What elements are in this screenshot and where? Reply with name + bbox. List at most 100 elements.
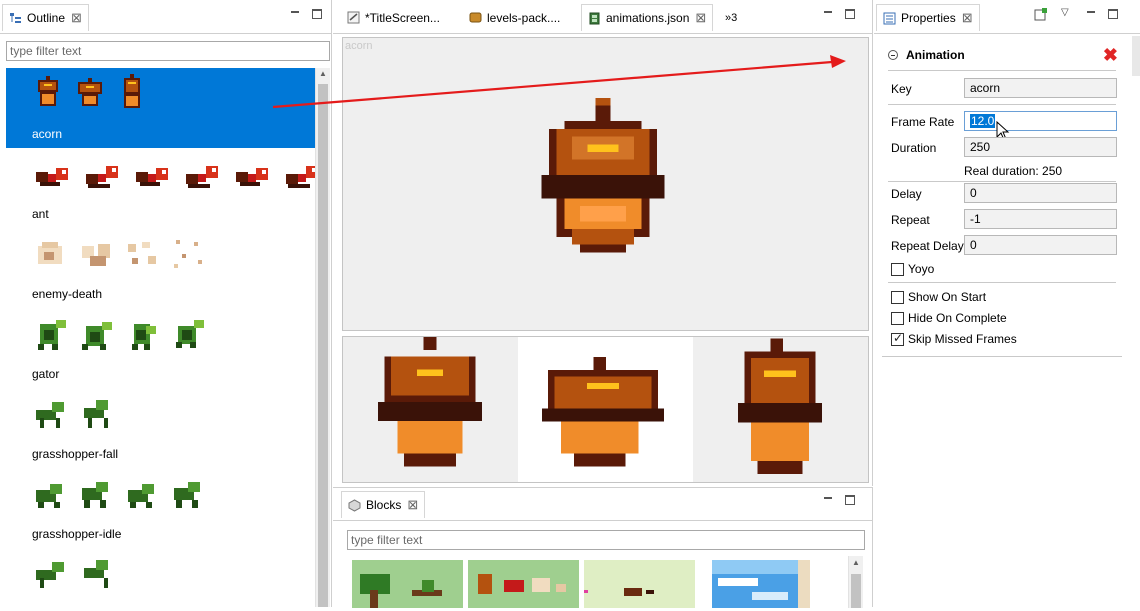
blocks-icon <box>348 498 361 512</box>
acorn-frame-icon <box>38 76 58 106</box>
tab-levels-pack[interactable]: levels-pack.... <box>463 4 566 31</box>
minimize-icon[interactable] <box>822 494 834 506</box>
list-item-label: grasshopper-idle <box>32 527 122 541</box>
acorn-frames <box>32 74 148 114</box>
maximize-icon[interactable] <box>1108 9 1118 19</box>
list-item[interactable]: gator <box>6 308 315 388</box>
minimize-icon[interactable] <box>1085 8 1097 20</box>
scrollbar-thumb[interactable] <box>318 84 328 607</box>
animation-preview[interactable]: acorn <box>342 37 869 331</box>
pin-view-icon[interactable] <box>1034 7 1048 21</box>
frame-cell[interactable] <box>518 337 693 482</box>
close-icon[interactable]: ⊠ <box>695 10 706 26</box>
skip-missed-frames-row[interactable]: Skip Missed Frames <box>891 331 1017 346</box>
list-item[interactable]: acorn <box>6 68 315 148</box>
yoyo-checkbox-row[interactable]: Yoyo <box>891 262 934 276</box>
maximize-icon[interactable] <box>845 9 855 19</box>
blocks-scrollbar[interactable]: ▲ <box>848 556 863 608</box>
show-on-start-row[interactable]: Show On Start <box>891 290 986 304</box>
grasshopper-frame-icon <box>84 560 108 588</box>
skip-missed-frames-checkbox[interactable] <box>891 331 904 346</box>
list-item[interactable]: ant <box>6 148 315 228</box>
minimize-icon[interactable] <box>289 8 301 20</box>
tab-overflow[interactable]: »3 <box>719 4 743 31</box>
duration-field[interactable]: 250 <box>964 137 1117 157</box>
hide-on-complete-row[interactable]: Hide On Complete <box>891 311 1007 325</box>
maximize-icon[interactable] <box>845 495 855 505</box>
collapse-icon[interactable] <box>888 50 898 60</box>
grasshopper-fall-frames <box>32 394 116 434</box>
ant-frame-icon <box>286 166 315 188</box>
tab-blocks[interactable]: Blocks ⊠ <box>341 491 426 518</box>
blocks-filter-input[interactable]: type filter text <box>347 530 865 550</box>
tab-label: animations.json <box>606 11 690 25</box>
grasshopper-idle-frames <box>32 474 208 514</box>
animation-file-icon <box>588 12 601 25</box>
scroll-up-icon[interactable]: ▲ <box>316 69 330 83</box>
gator-frame-icon <box>82 322 112 350</box>
skip-missed-frames-label: Skip Missed Frames <box>908 332 1017 346</box>
close-icon[interactable]: ⊠ <box>407 497 418 513</box>
frame-rate-field[interactable]: 12.0 <box>964 111 1117 131</box>
frame-cell[interactable] <box>693 337 868 482</box>
grasshopper-frame-icon <box>36 484 62 508</box>
view-menu-icon[interactable]: ▽ <box>1061 7 1073 19</box>
delay-field[interactable]: 0 <box>964 183 1117 203</box>
divider <box>888 181 1116 182</box>
animation-section-header[interactable]: Animation <box>888 48 965 62</box>
tab-blocks-label: Blocks <box>366 498 402 512</box>
editor-tabbar: *TitleScreen... levels-pack.... animatio… <box>333 0 872 34</box>
outline-icon <box>9 12 22 25</box>
gator-frames <box>32 314 208 354</box>
puff-frame-icon <box>38 242 62 264</box>
repeat-delay-label: Repeat Delay <box>891 239 964 253</box>
frame-cell[interactable] <box>343 337 518 482</box>
acorn-frame-icon <box>541 357 665 467</box>
enemy-death-frames <box>32 234 208 274</box>
list-item[interactable]: grasshopper-idle <box>6 468 315 548</box>
outline-scrollbar[interactable]: ▲ <box>315 68 330 607</box>
list-item[interactable] <box>6 548 315 607</box>
tree-tile-icon <box>360 574 442 608</box>
gator-frame-icon <box>38 320 66 350</box>
maximize-icon[interactable] <box>312 9 322 19</box>
remove-icon[interactable]: ✖ <box>1103 46 1118 64</box>
ant-frame-icon <box>236 168 268 186</box>
block-thumbnail[interactable] <box>798 560 810 608</box>
ant-frame-icon <box>186 166 218 188</box>
tab-properties[interactable]: Properties ⊠ <box>876 4 980 31</box>
grasshopper-frame-icon <box>82 482 108 508</box>
block-thumbnail[interactable] <box>584 560 695 608</box>
block-thumbnail[interactable] <box>468 560 579 608</box>
divider <box>882 356 1122 357</box>
sky-tile-icon <box>712 560 798 600</box>
list-item[interactable]: grasshopper-fall <box>6 388 315 468</box>
key-label: Key <box>891 82 912 96</box>
block-thumbnail[interactable] <box>352 560 463 608</box>
list-item-label: grasshopper-fall <box>32 447 119 461</box>
yoyo-checkbox[interactable] <box>891 262 904 276</box>
list-item-label: enemy-death <box>32 287 103 301</box>
tab-animations-json[interactable]: animations.json ⊠ <box>581 4 714 31</box>
minimize-icon[interactable] <box>822 8 834 20</box>
repeat-field[interactable]: -1 <box>964 209 1117 229</box>
close-icon[interactable]: ⊠ <box>71 10 82 26</box>
tab-outline[interactable]: Outline ⊠ <box>2 4 89 31</box>
key-field[interactable]: acorn <box>964 78 1117 98</box>
scrollbar-thumb[interactable] <box>851 574 861 608</box>
tab-label: levels-pack.... <box>487 10 561 25</box>
scroll-up-icon[interactable]: ▲ <box>849 558 863 572</box>
outline-filter-input[interactable]: type filter text <box>6 41 330 61</box>
list-item[interactable]: enemy-death <box>6 228 315 308</box>
tab-overflow-label: »3 <box>725 11 738 24</box>
grasshopper-frame-icon <box>128 484 154 508</box>
repeat-delay-field[interactable]: 0 <box>964 235 1117 255</box>
outline-tabbar: Outline ⊠ <box>0 0 331 34</box>
show-on-start-checkbox[interactable] <box>891 290 904 304</box>
hide-on-complete-checkbox[interactable] <box>891 311 904 325</box>
delay-label: Delay <box>891 187 922 201</box>
properties-icon <box>883 12 896 25</box>
block-thumbnail[interactable] <box>712 560 798 608</box>
close-icon[interactable]: ⊠ <box>962 10 973 26</box>
tab-titlescreen[interactable]: *TitleScreen... <box>341 4 446 31</box>
